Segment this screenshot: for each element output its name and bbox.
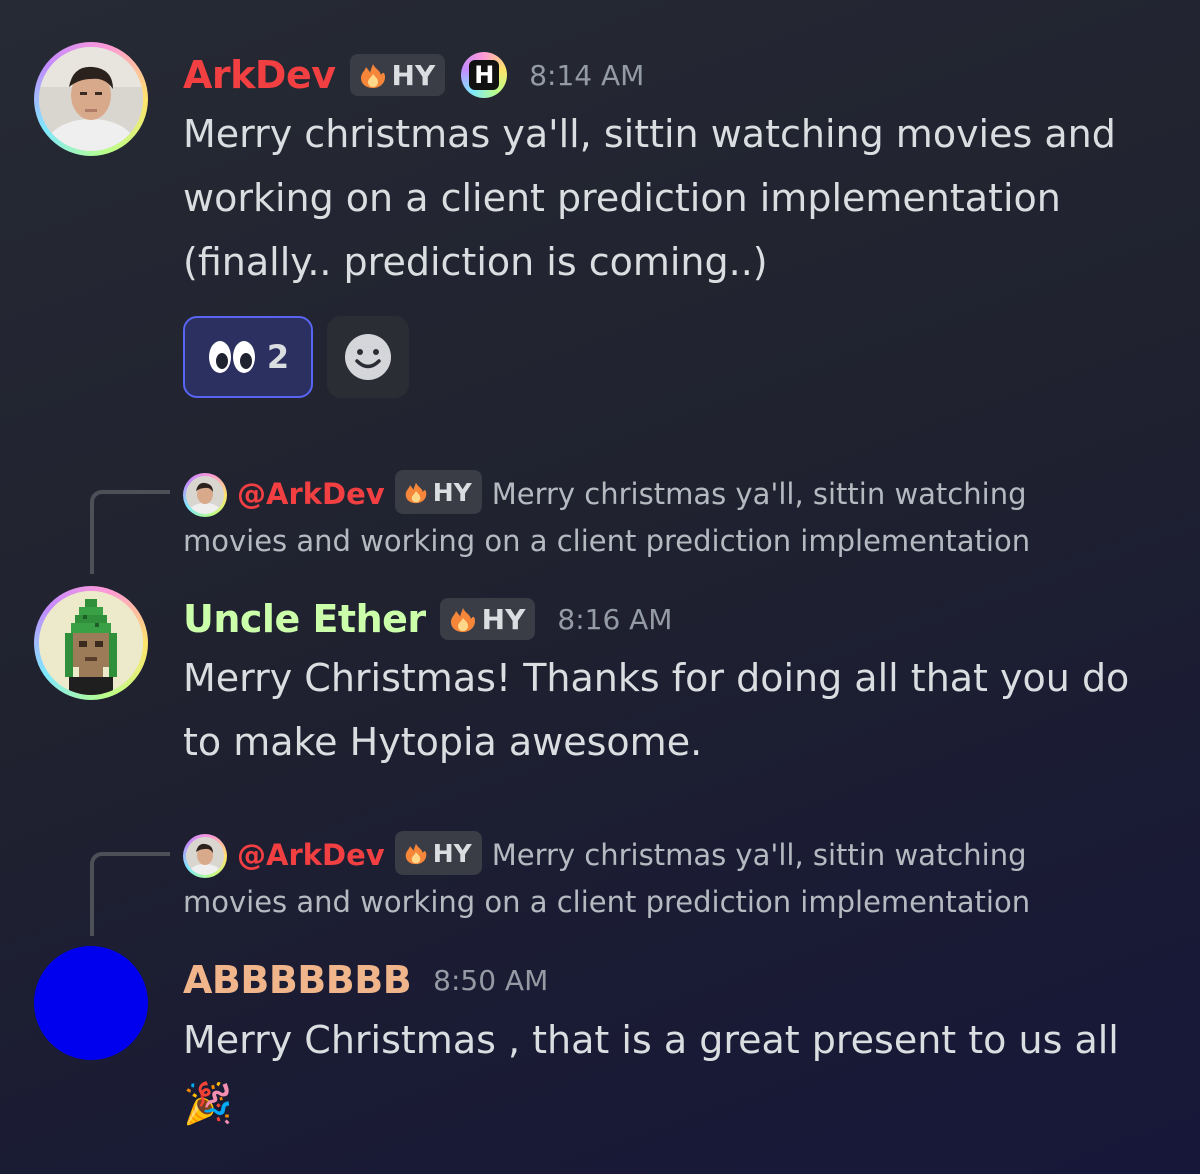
message-line: Merry Christmas , that is a great presen…	[183, 1018, 1119, 1062]
message-content: Merry Christmas! Thanks for doing all th…	[183, 646, 1173, 774]
message-abbbbbbb: @ArkDev HY Merry christmas ya'll, sittin…	[0, 822, 1200, 1174]
flame-icon	[405, 843, 426, 865]
timestamp[interactable]: 8:50 AM	[433, 964, 548, 997]
reply-connector	[90, 852, 170, 936]
party-popper-icon: 🎉	[183, 1081, 233, 1127]
message-line: Merry Christmas! Thanks for doing all th…	[183, 656, 1130, 700]
reply-mention[interactable]: @ArkDev	[237, 477, 385, 511]
avatar-abbbbbbb[interactable]	[34, 946, 148, 1060]
guild-tag[interactable]: HY	[349, 54, 446, 96]
reactions-bar: 2	[183, 316, 409, 398]
timestamp[interactable]: 8:16 AM	[557, 603, 672, 636]
avatar-arkdev[interactable]	[34, 42, 148, 156]
avatar-uncle-ether[interactable]	[34, 586, 148, 700]
message-arkdev: ArkDev HY H 8:14 AM Merry christmas ya'l…	[0, 0, 1200, 420]
message-line: working on a client prediction implement…	[183, 176, 1061, 220]
reply-guild-tag: HY	[394, 470, 482, 514]
message-uncle-ether: @ArkDev HY Merry christmas ya'll, sittin…	[0, 460, 1200, 790]
message-line: Merry christmas ya'll, sittin watching m…	[183, 112, 1116, 156]
guild-tag-label: HY	[391, 58, 436, 92]
reply-connector	[90, 490, 170, 574]
reply-preview-text: Merry christmas ya'll, sittin watching	[491, 838, 1027, 872]
flame-icon	[450, 608, 475, 632]
add-reaction-button[interactable]	[327, 316, 409, 398]
eyes-icon	[208, 341, 255, 373]
username[interactable]: Uncle Ether	[183, 597, 426, 641]
reply-preview[interactable]: @ArkDev HY Merry christmas ya'll, sittin…	[183, 831, 1063, 926]
message-line: (finally.. prediction is coming..)	[183, 240, 768, 284]
timestamp[interactable]: 8:14 AM	[529, 59, 644, 92]
reply-mention[interactable]: @ArkDev	[237, 838, 385, 872]
message-content: Merry Christmas , that is a great presen…	[183, 1008, 1173, 1136]
server-badge-icon[interactable]: H	[461, 52, 508, 98]
reply-preview-text: movies and working on a client predictio…	[183, 524, 1031, 558]
message-header: ArkDev HY H 8:14 AM	[183, 46, 644, 104]
reply-preview[interactable]: @ArkDev HY Merry christmas ya'll, sittin…	[183, 470, 1063, 565]
flame-icon	[360, 64, 385, 88]
reply-guild-tag: HY	[394, 831, 482, 875]
reply-avatar	[183, 834, 227, 878]
reply-avatar	[183, 473, 227, 517]
reply-preview-text: Merry christmas ya'll, sittin watching	[491, 477, 1027, 511]
message-line: to make Hytopia awesome.	[183, 720, 703, 764]
flame-icon	[405, 482, 426, 504]
add-reaction-icon	[345, 334, 391, 380]
guild-tag[interactable]: HY	[439, 598, 536, 640]
message-content: Merry christmas ya'll, sittin watching m…	[183, 102, 1173, 294]
username[interactable]: ABBBBBBB	[183, 958, 412, 1002]
username[interactable]: ArkDev	[183, 53, 336, 97]
message-header: ABBBBBBB 8:50 AM	[183, 952, 548, 1008]
reply-preview-text: movies and working on a client predictio…	[183, 885, 1031, 919]
guild-tag-label: HY	[481, 602, 526, 636]
message-header: Uncle Ether HY 8:16 AM	[183, 590, 672, 648]
reaction-eyes-button[interactable]: 2	[183, 316, 313, 398]
reaction-count: 2	[266, 338, 290, 376]
